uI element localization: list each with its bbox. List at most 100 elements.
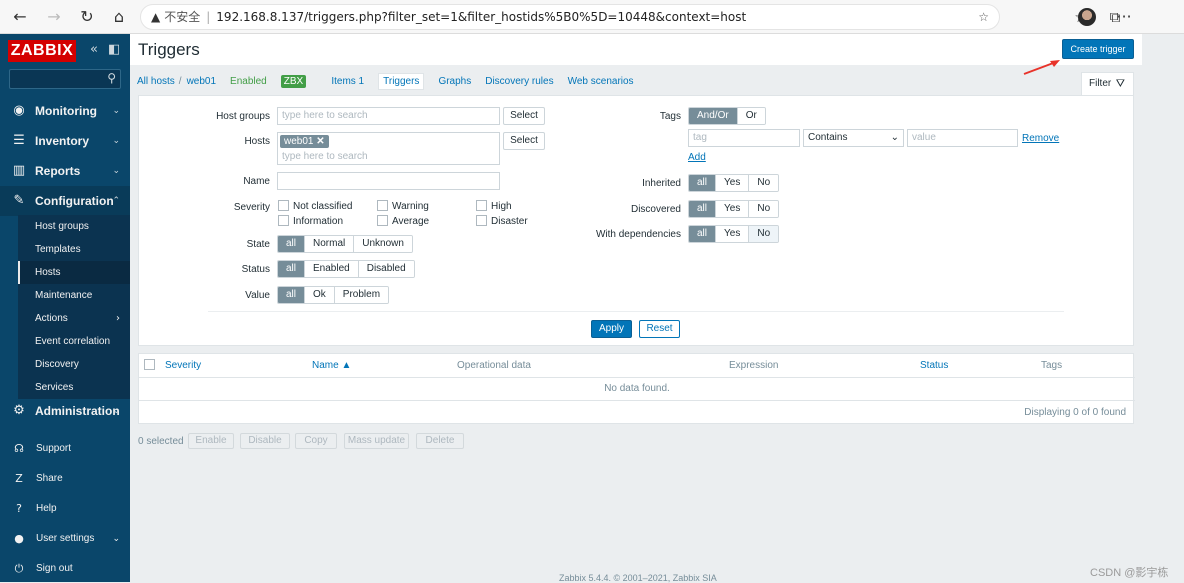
dependencies-all[interactable]: all	[689, 226, 717, 242]
forward-icon[interactable]: →	[42, 5, 66, 29]
col-name[interactable]: Name ▲	[312, 360, 351, 371]
hosts-select-button[interactable]: Select	[503, 132, 545, 150]
collapse-sidebar-icon[interactable]: «	[90, 42, 98, 57]
submenu-event-correlation[interactable]: Event correlation	[18, 330, 130, 353]
tags-operator-segmented: And/Or Or	[688, 107, 766, 125]
value-problem[interactable]: Problem	[334, 287, 389, 303]
tag-name-input[interactable]: tag	[688, 129, 800, 147]
submenu-maintenance[interactable]: Maintenance	[18, 284, 130, 307]
address-bar[interactable]: ▲ 不安全 | 192.168.8.137/triggers.php?filter_s…	[140, 4, 1000, 30]
menu-reports[interactable]: ▥ Reports ⌄	[0, 156, 130, 186]
dependencies-yes[interactable]: Yes	[716, 226, 750, 242]
host-status-enabled[interactable]: Enabled	[230, 76, 267, 87]
col-severity[interactable]: Severity	[165, 360, 201, 371]
severity-label: Severity	[233, 202, 270, 213]
severity-high[interactable]: High	[476, 200, 512, 213]
severity-information[interactable]: Information	[278, 215, 343, 228]
inherited-all[interactable]: all	[689, 175, 717, 191]
host-groups-input[interactable]: type here to search	[277, 107, 500, 125]
menu-configuration[interactable]: ✎ Configuration ⌃	[0, 186, 130, 216]
crumb-all-hosts[interactable]: All hosts	[137, 76, 175, 87]
severity-not-classified[interactable]: Not classified	[278, 200, 352, 213]
add-tag-link[interactable]: Add	[688, 152, 706, 163]
favorite-add-icon[interactable]: ☆	[978, 5, 989, 29]
state-all[interactable]: all	[278, 236, 306, 252]
page-title: Triggers	[138, 40, 200, 59]
state-normal[interactable]: Normal	[305, 236, 355, 252]
discovered-no[interactable]: No	[749, 201, 779, 217]
discovered-yes[interactable]: Yes	[716, 201, 750, 217]
tab-web-scenarios[interactable]: Web scenarios	[568, 76, 634, 87]
security-label: 不安全	[164, 10, 201, 24]
menu-support[interactable]: ☊ Support	[0, 435, 130, 463]
apply-button[interactable]: Apply	[591, 320, 632, 338]
create-trigger-button[interactable]: Create trigger	[1062, 39, 1134, 59]
value-label: Value	[245, 290, 270, 301]
delete-button[interactable]: Delete	[416, 433, 464, 449]
zabbix-logo[interactable]: ZABBIX	[8, 40, 76, 62]
severity-average[interactable]: Average	[377, 215, 429, 228]
submenu-templates[interactable]: Templates	[18, 238, 130, 261]
enable-button[interactable]: Enable	[188, 433, 234, 449]
filter-tab[interactable]: Filter ⛛	[1081, 72, 1134, 95]
inherited-no[interactable]: No	[749, 175, 779, 191]
name-label: Name	[243, 176, 270, 187]
kiosk-icon[interactable]: ◧	[108, 42, 120, 57]
col-tags: Tags	[1041, 360, 1063, 371]
dependencies-no[interactable]: No	[749, 226, 779, 242]
tab-triggers[interactable]: Triggers	[378, 73, 425, 90]
home-icon[interactable]: ⌂	[107, 5, 131, 29]
status-enabled[interactable]: Enabled	[305, 261, 359, 277]
refresh-icon[interactable]: ↻	[75, 5, 99, 29]
back-icon[interactable]: ←	[8, 5, 32, 29]
submenu-host-groups[interactable]: Host groups	[18, 215, 130, 238]
value-all[interactable]: all	[278, 287, 306, 303]
status-disabled[interactable]: Disabled	[358, 261, 414, 277]
menu-inventory[interactable]: ☰ Inventory ⌄	[0, 126, 130, 156]
severity-warning[interactable]: Warning	[377, 200, 429, 213]
menu-administration[interactable]: ⚙ Administration ⌄	[0, 396, 130, 426]
menu-share[interactable]: Z Share	[0, 465, 130, 493]
url-text: 192.168.8.137/triggers.php?filter_set=1&…	[216, 10, 747, 24]
tab-graphs[interactable]: Graphs	[438, 76, 471, 87]
sidebar-search-input[interactable]: ⚲	[9, 69, 121, 89]
tags-and-or[interactable]: And/Or	[689, 108, 738, 124]
submenu-actions[interactable]: Actions ›	[18, 307, 130, 330]
menu-help[interactable]: ? Help	[0, 495, 130, 523]
select-all-checkbox[interactable]	[144, 359, 155, 370]
menu-sign-out[interactable]: ⏻ Sign out	[0, 555, 130, 583]
menu-user-settings[interactable]: ● User settings ⌄	[0, 525, 130, 553]
menu-monitoring[interactable]: ◉ Monitoring ⌄	[0, 96, 130, 126]
remove-chip-icon[interactable]: ✕	[316, 136, 324, 147]
search-icon[interactable]: ⚲	[107, 71, 116, 85]
disable-button[interactable]: Disable	[240, 433, 290, 449]
profile-avatar[interactable]	[1078, 8, 1096, 26]
submenu-hosts[interactable]: Hosts	[18, 261, 130, 284]
eye-icon: ◉	[13, 103, 25, 118]
tab-discovery-rules[interactable]: Discovery rules	[485, 76, 553, 87]
status-all[interactable]: all	[278, 261, 306, 277]
host-groups-select-button[interactable]: Select	[503, 107, 545, 125]
severity-disaster[interactable]: Disaster	[476, 215, 528, 228]
state-segmented: all Normal Unknown	[277, 235, 413, 253]
tag-operator-select[interactable]: Contains ⌄	[803, 129, 904, 147]
col-status[interactable]: Status	[920, 360, 948, 371]
copy-button[interactable]: Copy	[295, 433, 337, 449]
more-icon[interactable]: ···	[1112, 5, 1136, 29]
tag-value-input[interactable]: value	[907, 129, 1018, 147]
value-ok[interactable]: Ok	[305, 287, 335, 303]
remove-tag-link[interactable]: Remove	[1022, 133, 1059, 144]
reset-button[interactable]: Reset	[639, 320, 680, 338]
status-segmented: all Enabled Disabled	[277, 260, 415, 278]
tags-or[interactable]: Or	[737, 108, 765, 124]
state-unknown[interactable]: Unknown	[354, 236, 412, 252]
no-data-message: No data found.	[604, 383, 670, 394]
mass-update-button[interactable]: Mass update	[344, 433, 409, 449]
discovered-all[interactable]: all	[689, 201, 717, 217]
crumb-host[interactable]: web01	[187, 76, 216, 87]
tab-items[interactable]: Items 1	[331, 76, 364, 87]
host-chip: web01 ✕	[280, 135, 329, 148]
inherited-yes[interactable]: Yes	[716, 175, 750, 191]
submenu-discovery[interactable]: Discovery	[18, 353, 130, 376]
name-input[interactable]	[277, 172, 500, 190]
